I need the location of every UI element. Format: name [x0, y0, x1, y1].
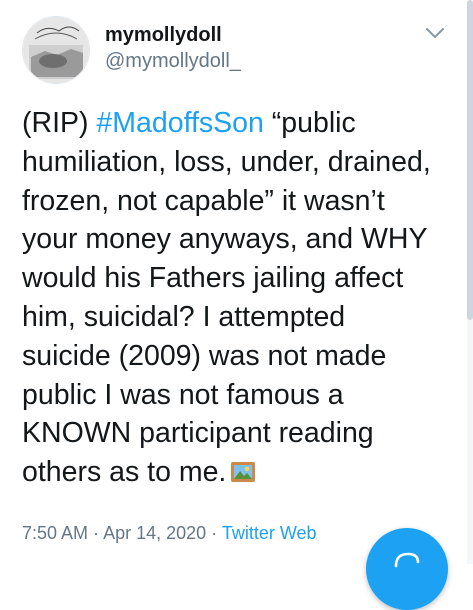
- tweet-line: suicide (2009) was not made: [22, 339, 387, 372]
- tweet-line: him, suicidal? I attempted: [22, 300, 346, 333]
- display-name[interactable]: mymollydoll: [105, 24, 222, 47]
- compose-button[interactable]: [366, 528, 448, 610]
- tweet-line: your money anyways, and WHY: [22, 223, 428, 256]
- tweet-line: frozen, not capable” it wasn’t: [22, 184, 385, 217]
- tweet-text: (RIP) #MadoffsSon “public humiliation, l…: [22, 104, 462, 492]
- hashtag-link[interactable]: #MadoffsSon: [96, 107, 263, 139]
- tweet-time[interactable]: 7:50 AM: [22, 523, 88, 543]
- tweet-line: KNOWN participant reading: [22, 417, 374, 450]
- tweet-text-segment: others as to me.: [22, 456, 227, 489]
- meta-separator: ·: [206, 523, 222, 543]
- tweet-line: would his Fathers jailing affect: [22, 262, 404, 295]
- tweet-text-segment: “public: [263, 107, 356, 139]
- tweet-line: public I was not famous a: [22, 378, 344, 411]
- tweet-date[interactable]: Apr 14, 2020: [103, 523, 206, 543]
- tweet-line: (RIP) #MadoffsSon “public: [22, 104, 462, 143]
- compose-icon: [392, 548, 422, 577]
- tweet-line: others as to me.: [22, 453, 462, 492]
- tweet-text-segment: (RIP): [22, 107, 97, 139]
- scrollbar-thumb[interactable]: [467, 0, 473, 320]
- handle[interactable]: @mymollydoll_: [105, 50, 241, 73]
- tweet-card: mymollydoll @mymollydoll_ (RIP) #Madoffs…: [0, 0, 473, 610]
- avatar[interactable]: [22, 16, 90, 84]
- tweet-meta: 7:50 AM · Apr 14, 2020 · Twitter Web: [22, 523, 317, 544]
- avatar-image: [23, 17, 89, 83]
- tweet-source-link[interactable]: Twitter Web: [222, 523, 317, 543]
- framed-picture-icon: [230, 455, 256, 483]
- tweet-line: humiliation, loss, under, drained,: [22, 145, 431, 178]
- chevron-down-icon[interactable]: [424, 25, 446, 41]
- meta-separator: ·: [88, 523, 104, 543]
- scrollbar[interactable]: [467, 0, 473, 564]
